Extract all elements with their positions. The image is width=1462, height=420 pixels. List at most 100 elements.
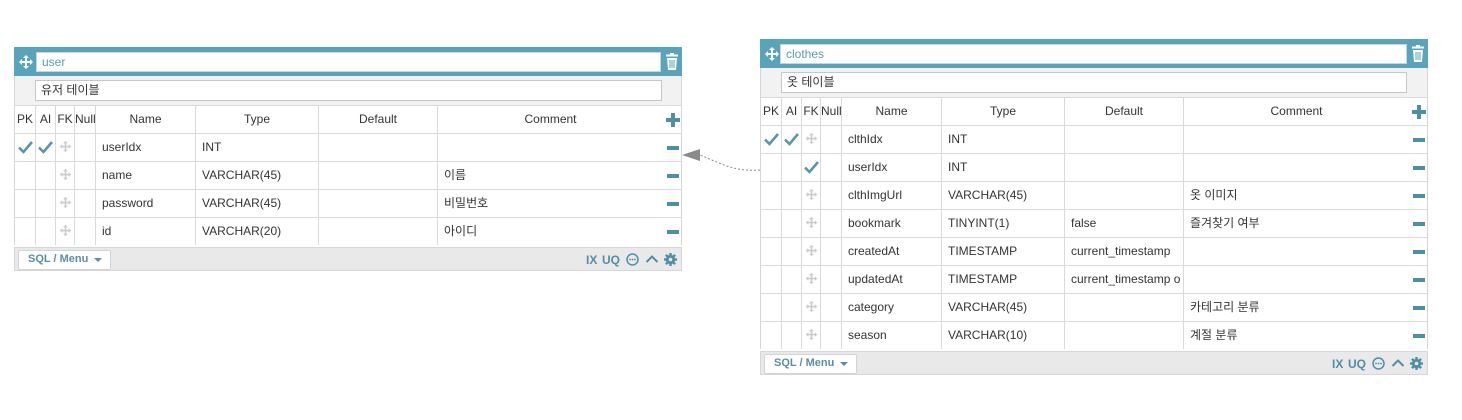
table-header[interactable]: clothes bbox=[760, 39, 1428, 68]
null-cell[interactable] bbox=[820, 210, 841, 237]
ai-cell[interactable] bbox=[781, 182, 801, 209]
pk-cell[interactable] bbox=[761, 322, 781, 349]
null-cell[interactable] bbox=[820, 322, 841, 349]
null-cell[interactable] bbox=[74, 134, 95, 161]
column-row[interactable]: clthImgUrl VARCHAR(45) 옷 이미지 bbox=[761, 181, 1427, 209]
ai-cell[interactable] bbox=[35, 190, 55, 217]
ai-cell[interactable] bbox=[35, 134, 55, 161]
ai-cell[interactable] bbox=[35, 218, 55, 245]
column-row[interactable]: password VARCHAR(45) 비밀번호 bbox=[15, 189, 681, 217]
ai-cell[interactable] bbox=[781, 322, 801, 349]
column-row[interactable]: userIdx INT bbox=[761, 153, 1427, 181]
column-default[interactable] bbox=[318, 134, 437, 161]
column-row[interactable]: updatedAt TIMESTAMP current_timestamp o bbox=[761, 265, 1427, 293]
column-type[interactable]: VARCHAR(45) bbox=[195, 190, 318, 217]
pk-cell[interactable] bbox=[15, 190, 35, 217]
column-type[interactable]: INT bbox=[195, 134, 318, 161]
column-type[interactable]: VARCHAR(20) bbox=[195, 218, 318, 245]
pk-cell[interactable] bbox=[761, 238, 781, 265]
fk-move-icon[interactable] bbox=[805, 328, 818, 341]
column-name[interactable]: createdAt bbox=[841, 238, 941, 265]
fk-move-icon[interactable] bbox=[59, 140, 72, 153]
table-header[interactable]: user bbox=[14, 47, 682, 76]
null-cell[interactable] bbox=[820, 126, 841, 153]
pk-cell[interactable] bbox=[15, 218, 35, 245]
table-comment-input[interactable]: 유저 테이블 bbox=[35, 80, 662, 101]
fk-cell[interactable] bbox=[801, 126, 820, 153]
column-name[interactable]: season bbox=[841, 322, 941, 349]
column-default[interactable] bbox=[318, 218, 437, 245]
column-row[interactable]: userIdx INT bbox=[15, 133, 681, 161]
fk-cell[interactable] bbox=[55, 162, 74, 189]
column-name[interactable]: updatedAt bbox=[841, 266, 941, 293]
gear-icon[interactable] bbox=[664, 253, 677, 266]
ai-cell[interactable] bbox=[35, 162, 55, 189]
remove-column-icon[interactable] bbox=[1413, 250, 1425, 254]
column-row[interactable]: season VARCHAR(10) 계절 분류 bbox=[761, 321, 1427, 349]
comment-icon[interactable] bbox=[626, 253, 639, 266]
fk-cell[interactable] bbox=[801, 266, 820, 293]
column-default[interactable]: false bbox=[1064, 210, 1183, 237]
trash-icon[interactable] bbox=[664, 53, 680, 71]
fk-cell[interactable] bbox=[55, 190, 74, 217]
column-type[interactable]: VARCHAR(10) bbox=[941, 322, 1064, 349]
column-name[interactable]: clthIdx bbox=[841, 126, 941, 153]
remove-column-icon[interactable] bbox=[667, 202, 679, 206]
check-icon[interactable] bbox=[17, 140, 33, 154]
fk-move-icon[interactable] bbox=[59, 196, 72, 209]
column-type[interactable]: VARCHAR(45) bbox=[941, 294, 1064, 321]
null-cell[interactable] bbox=[820, 182, 841, 209]
pk-cell[interactable] bbox=[761, 126, 781, 153]
column-default[interactable] bbox=[1064, 322, 1183, 349]
table-name-input[interactable]: clothes bbox=[780, 44, 1407, 64]
column-name[interactable]: bookmark bbox=[841, 210, 941, 237]
check-icon[interactable] bbox=[784, 132, 799, 146]
unique-button[interactable]: UQ bbox=[602, 252, 620, 268]
sql-menu-button[interactable]: SQL / Menu bbox=[764, 354, 858, 374]
fk-move-icon[interactable] bbox=[59, 224, 72, 237]
column-comment[interactable] bbox=[1183, 154, 1409, 181]
column-default[interactable] bbox=[1064, 294, 1183, 321]
ai-cell[interactable] bbox=[781, 294, 801, 321]
ai-cell[interactable] bbox=[781, 266, 801, 293]
pk-cell[interactable] bbox=[761, 182, 781, 209]
index-button[interactable]: IX bbox=[586, 252, 597, 268]
check-icon[interactable] bbox=[803, 160, 819, 174]
pk-cell[interactable] bbox=[761, 154, 781, 181]
column-name[interactable]: id bbox=[95, 218, 195, 245]
column-type[interactable]: VARCHAR(45) bbox=[941, 182, 1064, 209]
remove-column-icon[interactable] bbox=[1413, 138, 1425, 142]
column-type[interactable]: TINYINT(1) bbox=[941, 210, 1064, 237]
column-type[interactable]: TIMESTAMP bbox=[941, 266, 1064, 293]
column-name[interactable]: category bbox=[841, 294, 941, 321]
null-cell[interactable] bbox=[820, 266, 841, 293]
column-type[interactable]: TIMESTAMP bbox=[941, 238, 1064, 265]
index-button[interactable]: IX bbox=[1332, 356, 1343, 372]
clothes-table[interactable]: clothes 옷 테이블 PK AI FK Null Name Type Default C… bbox=[760, 39, 1428, 375]
column-default[interactable] bbox=[318, 162, 437, 189]
fk-move-icon[interactable] bbox=[59, 168, 72, 181]
move-icon[interactable] bbox=[764, 46, 780, 62]
column-comment[interactable]: 이름 bbox=[437, 162, 663, 189]
trash-icon[interactable] bbox=[1410, 45, 1426, 63]
add-column-icon[interactable] bbox=[1412, 105, 1426, 119]
fk-cell[interactable] bbox=[801, 210, 820, 237]
remove-column-icon[interactable] bbox=[667, 146, 679, 150]
check-icon[interactable] bbox=[38, 140, 53, 154]
column-row[interactable]: name VARCHAR(45) 이름 bbox=[15, 161, 681, 189]
null-cell[interactable] bbox=[820, 154, 841, 181]
column-comment[interactable] bbox=[437, 134, 663, 161]
column-comment[interactable] bbox=[1183, 238, 1409, 265]
move-icon[interactable] bbox=[18, 54, 34, 70]
pk-cell[interactable] bbox=[15, 162, 35, 189]
column-comment[interactable] bbox=[1183, 126, 1409, 153]
table-comment-input[interactable]: 옷 테이블 bbox=[781, 72, 1407, 93]
add-column-icon[interactable] bbox=[666, 113, 680, 127]
pk-cell[interactable] bbox=[761, 210, 781, 237]
fk-move-icon[interactable] bbox=[805, 132, 818, 145]
pk-cell[interactable] bbox=[761, 266, 781, 293]
ai-cell[interactable] bbox=[781, 126, 801, 153]
column-name[interactable]: userIdx bbox=[95, 134, 195, 161]
sql-menu-button[interactable]: SQL / Menu bbox=[18, 250, 112, 270]
table-name-input[interactable]: user bbox=[36, 52, 661, 72]
